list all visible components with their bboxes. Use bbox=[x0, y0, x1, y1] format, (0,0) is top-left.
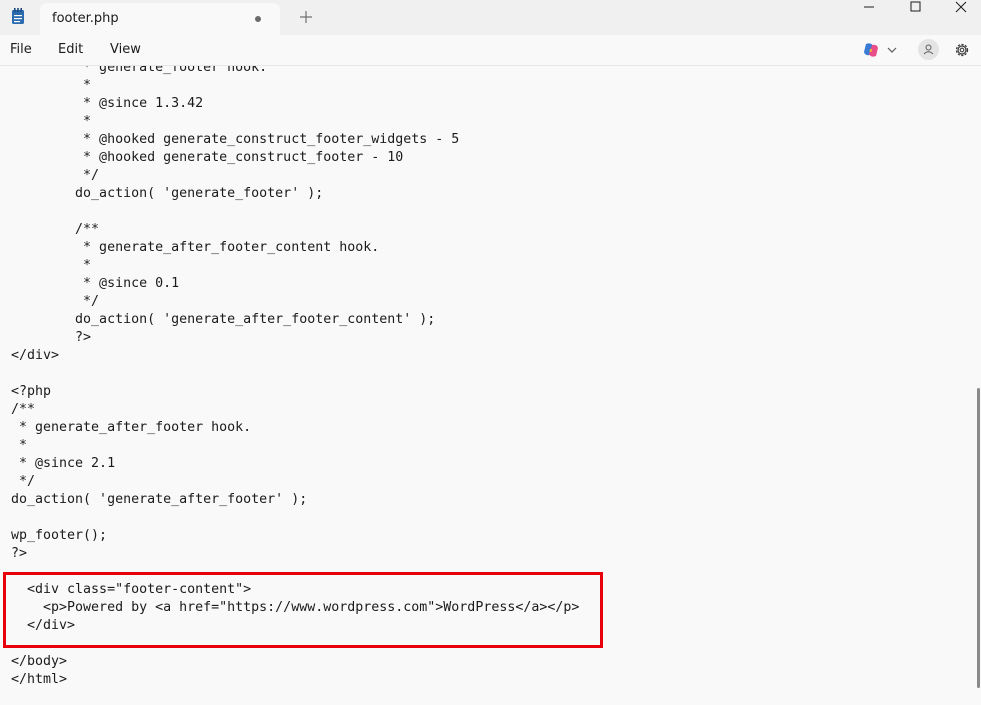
code-line[interactable]: wp_footer(); bbox=[11, 527, 579, 545]
code-line[interactable]: do_action( 'generate_footer' ); bbox=[11, 185, 579, 203]
code-line[interactable]: * @hooked generate_construct_footer_widg… bbox=[11, 131, 579, 149]
menu-bar: File Edit View bbox=[0, 35, 981, 66]
code-line[interactable] bbox=[11, 203, 579, 221]
highlight-box bbox=[3, 572, 603, 648]
code-line[interactable]: ?> bbox=[11, 329, 579, 347]
code-line[interactable]: ?> bbox=[11, 545, 579, 563]
code-line[interactable]: * @hooked generate_construct_footer - 10 bbox=[11, 149, 579, 167]
scrollbar-thumb[interactable] bbox=[977, 388, 980, 688]
close-icon bbox=[955, 1, 967, 13]
text-editor[interactable]: * generate_footer hook. * * @since 1.3.4… bbox=[0, 66, 975, 705]
menu-edit[interactable]: Edit bbox=[58, 42, 83, 57]
gear-icon[interactable] bbox=[953, 41, 971, 59]
code-line[interactable]: do_action( 'generate_after_footer' ); bbox=[11, 491, 579, 509]
code-line[interactable]: * generate_after_footer hook. bbox=[11, 419, 579, 437]
code-line[interactable]: do_action( 'generate_after_footer_conten… bbox=[11, 311, 579, 329]
tab-footer-php[interactable]: footer.php bbox=[40, 3, 280, 35]
code-line[interactable]: * bbox=[11, 257, 579, 275]
code-line[interactable]: </html> bbox=[11, 671, 579, 689]
unsaved-dot-icon[interactable] bbox=[255, 16, 261, 22]
code-line[interactable]: /** bbox=[11, 221, 579, 239]
copilot-icon[interactable] bbox=[862, 41, 880, 59]
plus-icon bbox=[300, 11, 312, 23]
code-line[interactable] bbox=[11, 365, 579, 383]
chevron-down-icon[interactable] bbox=[887, 46, 897, 54]
code-line[interactable] bbox=[11, 509, 579, 527]
menu-view[interactable]: View bbox=[110, 42, 141, 57]
maximize-button[interactable] bbox=[897, 0, 933, 14]
code-line[interactable]: * @since 2.1 bbox=[11, 455, 579, 473]
code-line[interactable]: </body> bbox=[11, 653, 579, 671]
code-line[interactable]: */ bbox=[11, 167, 579, 185]
tab-title: footer.php bbox=[52, 11, 119, 26]
code-line[interactable]: * generate_footer hook. bbox=[11, 66, 579, 77]
account-button[interactable] bbox=[918, 39, 939, 60]
minimize-icon bbox=[864, 6, 874, 8]
new-tab-button[interactable] bbox=[298, 6, 314, 28]
menu-file[interactable]: File bbox=[10, 42, 32, 57]
minimize-button[interactable] bbox=[851, 0, 887, 14]
code-line[interactable]: <?php bbox=[11, 383, 579, 401]
maximize-icon bbox=[910, 1, 921, 12]
code-line[interactable]: /** bbox=[11, 401, 579, 419]
code-line[interactable]: </div> bbox=[11, 347, 579, 365]
close-button[interactable] bbox=[943, 0, 979, 14]
code-line[interactable]: * generate_after_footer_content hook. bbox=[11, 239, 579, 257]
code-line[interactable]: * bbox=[11, 437, 579, 455]
notepad-icon bbox=[12, 8, 24, 24]
code-line[interactable]: * bbox=[11, 77, 579, 95]
account-icon bbox=[923, 44, 934, 55]
code-line[interactable]: */ bbox=[11, 293, 579, 311]
title-bar: footer.php bbox=[0, 0, 981, 35]
code-line[interactable]: */ bbox=[11, 473, 579, 491]
code-line[interactable]: * @since 0.1 bbox=[11, 275, 579, 293]
code-line[interactable]: * @since 1.3.42 bbox=[11, 95, 579, 113]
code-line[interactable]: * bbox=[11, 113, 579, 131]
